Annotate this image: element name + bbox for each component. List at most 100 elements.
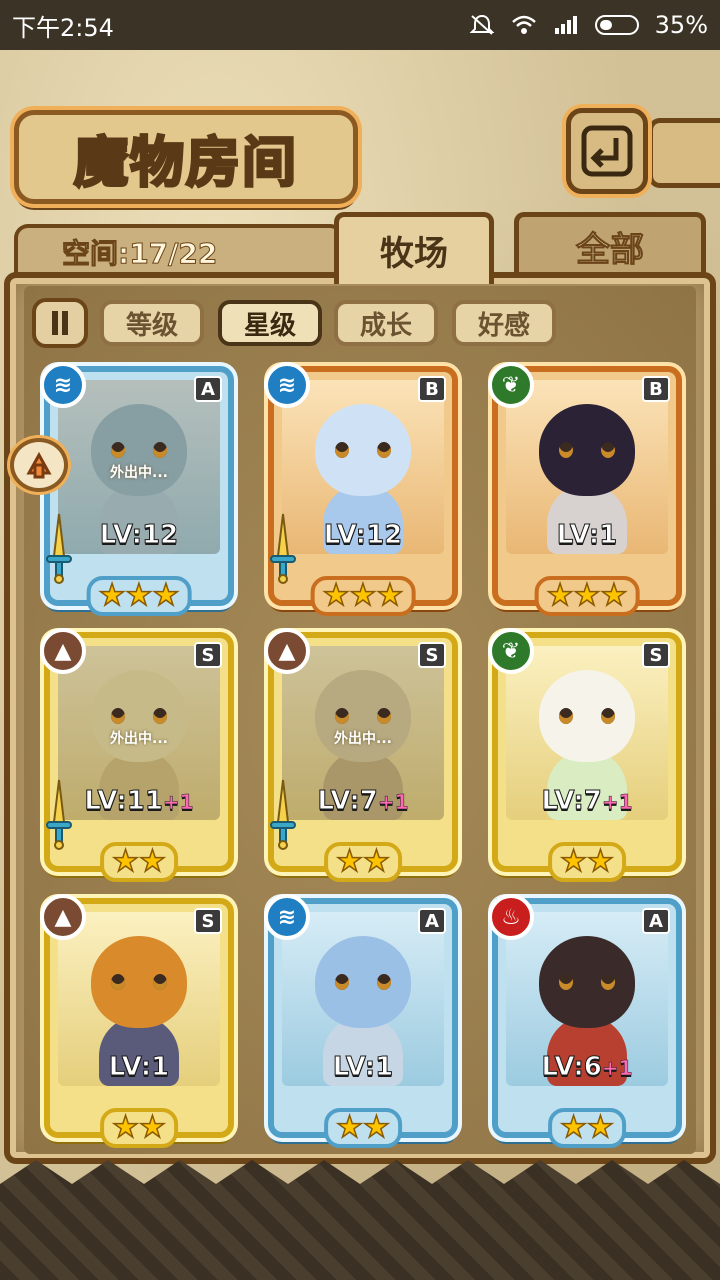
- away-status: 外出中...: [110, 465, 168, 481]
- element-earth-icon: ▲: [264, 628, 310, 674]
- element-water-icon: ≋: [264, 362, 310, 408]
- tab-all[interactable]: 全部: [514, 212, 706, 276]
- away-status: 外出中...: [110, 731, 168, 747]
- monster-card[interactable]: S ▲ LV:11+1 ★ ★ 外出中...: [40, 628, 234, 882]
- status-bar: 下午2:54 35%: [0, 0, 720, 50]
- side-menu-arrow[interactable]: [10, 438, 68, 492]
- star-icon: ★: [138, 844, 166, 879]
- level-bonus: +1: [601, 1056, 633, 1081]
- sort-growth-button[interactable]: 成长: [334, 300, 438, 346]
- star-rating: ★ ★: [324, 842, 402, 882]
- level-label: LV:1: [50, 1052, 228, 1083]
- star-icon: ★: [322, 578, 350, 613]
- space-counter: 空间:17/22: [14, 224, 344, 276]
- element-earth-icon: ▲: [40, 894, 86, 940]
- tab-ranch[interactable]: 牧场: [334, 212, 494, 284]
- wifi-icon: [511, 15, 536, 34]
- sword-icon: [270, 779, 296, 850]
- mute-icon: [469, 14, 495, 35]
- monster-eyes: [335, 442, 391, 458]
- back-button-frame: [648, 118, 720, 188]
- level-value: LV:12: [323, 520, 403, 551]
- sort-level-button[interactable]: 等级: [100, 300, 204, 346]
- star-rating: ★ ★ ★: [534, 576, 640, 616]
- away-status: 外出中...: [334, 731, 392, 747]
- monster-eyes: [335, 708, 391, 724]
- star-rating: ★ ★: [548, 1108, 626, 1148]
- monster-card[interactable]: A ♨ LV:6+1 ★ ★: [488, 894, 682, 1148]
- sword-icon: [270, 513, 296, 584]
- monster-card[interactable]: S ▲ LV:7+1 ★ ★ 外出中...: [264, 628, 458, 882]
- rank-badge: S: [418, 642, 446, 668]
- star-icon: ★: [362, 1110, 390, 1145]
- rank-badge: A: [418, 908, 446, 934]
- level-bonus: +1: [162, 790, 194, 815]
- monster-card[interactable]: B ❦ LV:1 ★ ★ ★: [488, 362, 682, 616]
- monster-eyes: [335, 974, 391, 990]
- star-icon: ★: [600, 578, 628, 613]
- star-icon: ★: [573, 578, 601, 613]
- element-water-icon: ≋: [40, 362, 86, 408]
- level-value: LV:1: [332, 1052, 394, 1083]
- monster-card[interactable]: B ≋ LV:12 ★ ★ ★: [264, 362, 458, 616]
- level-value: LV:7: [541, 786, 602, 817]
- sort-star-button[interactable]: 星级: [218, 300, 322, 346]
- back-arrow-icon: [581, 125, 633, 177]
- star-icon: ★: [559, 1110, 587, 1145]
- star-rating: ★ ★: [324, 1108, 402, 1148]
- star-icon: ★: [111, 1110, 139, 1145]
- star-icon: ★: [362, 844, 390, 879]
- star-rating: ★ ★: [100, 1108, 178, 1148]
- rank-badge: A: [194, 376, 222, 402]
- star-icon: ★: [376, 578, 404, 613]
- level-value: LV:1: [556, 520, 618, 551]
- monster-card[interactable]: S ❦ LV:7+1 ★ ★: [488, 628, 682, 882]
- arrow-icon: [26, 451, 52, 479]
- sword-icon: [46, 779, 72, 850]
- element-fire-icon: ♨: [488, 894, 534, 940]
- monster-card[interactable]: A ≋ LV:1 ★ ★: [264, 894, 458, 1148]
- star-icon: ★: [349, 578, 377, 613]
- level-bonus: +1: [601, 790, 633, 815]
- rank-badge: B: [418, 376, 446, 402]
- element-earth-icon: ▲: [40, 628, 86, 674]
- star-rating: ★ ★ ★: [310, 576, 416, 616]
- monster-card[interactable]: S ▲ LV:1 ★ ★: [40, 894, 234, 1148]
- star-icon: ★: [335, 844, 363, 879]
- star-icon: ★: [546, 578, 574, 613]
- star-icon: ★: [586, 844, 614, 879]
- rank-badge: A: [642, 908, 670, 934]
- element-water-icon: ≋: [264, 894, 310, 940]
- level-label: LV:6+1: [498, 1052, 676, 1083]
- level-label: LV:11+1: [50, 786, 228, 817]
- monster-card[interactable]: A ≋ LV:12 ★ ★ ★ 外出中...: [40, 362, 234, 616]
- level-label: LV:7+1: [274, 786, 452, 817]
- star-rating: ★ ★ ★: [86, 576, 192, 616]
- level-value: LV:6: [541, 1052, 602, 1083]
- star-icon: ★: [335, 1110, 363, 1145]
- rank-badge: B: [642, 376, 670, 402]
- back-button[interactable]: [566, 108, 648, 194]
- sort-order-toggle[interactable]: [32, 298, 88, 348]
- level-bonus: +1: [377, 790, 409, 815]
- rank-badge: S: [194, 908, 222, 934]
- rank-badge: S: [194, 642, 222, 668]
- monster-eyes: [111, 708, 167, 724]
- level-label: LV:12: [50, 520, 228, 551]
- element-wood-icon: ❦: [488, 362, 534, 408]
- level-label: LV:7+1: [498, 786, 676, 817]
- sort-affection-button[interactable]: 好感: [452, 300, 556, 346]
- clock: 下午2:54: [12, 13, 114, 42]
- level-label: LV:1: [274, 1052, 452, 1083]
- monster-eyes: [111, 442, 167, 458]
- star-icon: ★: [125, 578, 153, 613]
- star-icon: ★: [111, 844, 139, 879]
- monster-eyes: [559, 974, 615, 990]
- star-rating: ★ ★: [548, 842, 626, 882]
- signal-icon: [554, 16, 577, 34]
- level-value: LV:11: [84, 786, 164, 817]
- page-title: 魔物房间: [14, 110, 358, 204]
- battery-level: 35%: [654, 11, 708, 39]
- monster-eyes: [559, 442, 615, 458]
- page-title-text: 魔物房间: [73, 128, 298, 195]
